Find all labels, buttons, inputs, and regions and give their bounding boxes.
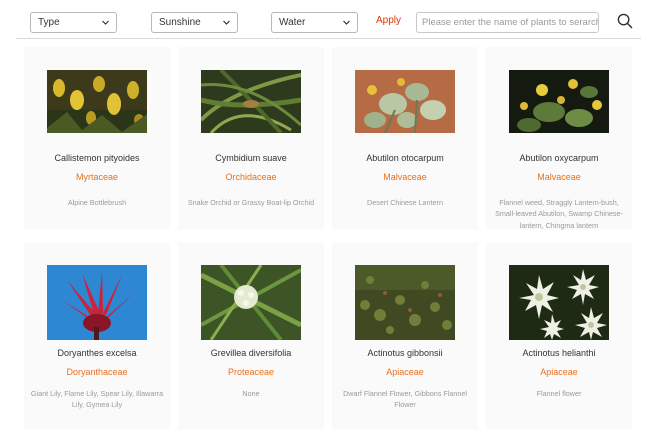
plant-name: Doryanthes excelsa xyxy=(57,348,137,358)
plant-common-names: Desert Chinese Lantern xyxy=(367,198,443,207)
red-flower-blue-sky-photo xyxy=(47,265,147,340)
pale-leaf-yellow-flower-photo xyxy=(355,70,455,133)
plant-family: Apiaceae xyxy=(540,367,578,377)
green-orchid-leaves-photo xyxy=(201,70,301,133)
ground-cover-photo xyxy=(355,265,455,340)
plant-family: Malvaceae xyxy=(383,172,427,182)
plant-family: Myrtaceae xyxy=(75,172,119,182)
plant-family: Proteaceae xyxy=(227,367,275,377)
plant-card[interactable]: Cymbidium suave Orchidaceae Snake Orchid… xyxy=(178,47,324,230)
plant-card[interactable]: Abutilon oxycarpum Malvaceae Flannel wee… xyxy=(486,47,632,230)
plant-name: Cymbidium suave xyxy=(215,153,287,163)
plant-card[interactable]: Actinotus gibbonsii Apiaceae Dwarf Flann… xyxy=(332,242,478,430)
plant-catalog-page: Type Sunshine Water Apply Please enter t… xyxy=(0,0,653,430)
plant-card[interactable]: Grevillea diversifolia Proteaceae None xyxy=(178,242,324,430)
plant-common-names: Flannel flower xyxy=(536,389,582,398)
plant-card[interactable]: Callistemon pityoides Myrtaceae Alpine B… xyxy=(24,47,170,230)
plant-family: Apiaceae xyxy=(386,367,424,377)
plant-card[interactable]: Abutilon otocarpum Malvaceae Desert Chin… xyxy=(332,47,478,230)
plant-name: Actinotus helianthi xyxy=(522,348,596,358)
plant-common-names: Giant Lily, Flame Lily, Spear Lily, Illa… xyxy=(30,389,164,410)
plant-common-names: Snake Orchid or Grassy Boat-lip Orchid xyxy=(187,198,315,207)
plant-name: Callistemon pityoides xyxy=(54,153,140,163)
plant-name: Abutilon oxycarpum xyxy=(519,153,599,163)
white-flannel-flowers-photo xyxy=(509,265,609,340)
plant-name: Grevillea diversifolia xyxy=(210,348,292,358)
plant-common-names: Dwarf Flannel Flower, Gibbons Flannel Fl… xyxy=(343,389,467,410)
plant-family: Orchidaceae xyxy=(225,172,277,182)
plant-common-names: Flannel weed, Straggly Lantern-bush, Sma… xyxy=(495,198,623,230)
plant-family: Doryanthaceae xyxy=(66,367,128,377)
yellow-bottlebrush-photo xyxy=(47,70,147,133)
plant-card[interactable]: Actinotus helianthi Apiaceae Flannel flo… xyxy=(486,242,632,430)
white-flower-cluster-photo xyxy=(201,265,301,340)
plant-family: Malvaceae xyxy=(537,172,581,182)
yellow-flowers-dark-photo xyxy=(509,70,609,133)
plant-name: Abutilon otocarpum xyxy=(366,153,444,163)
plant-common-names: None xyxy=(242,389,260,398)
plant-card[interactable]: Doryanthes excelsa Doryanthaceae Giant L… xyxy=(24,242,170,430)
plant-common-names: Alpine Bottlebrush xyxy=(67,198,127,207)
plant-name: Actinotus gibbonsii xyxy=(367,348,443,358)
plant-grid: Callistemon pityoides Myrtaceae Alpine B… xyxy=(0,0,653,430)
